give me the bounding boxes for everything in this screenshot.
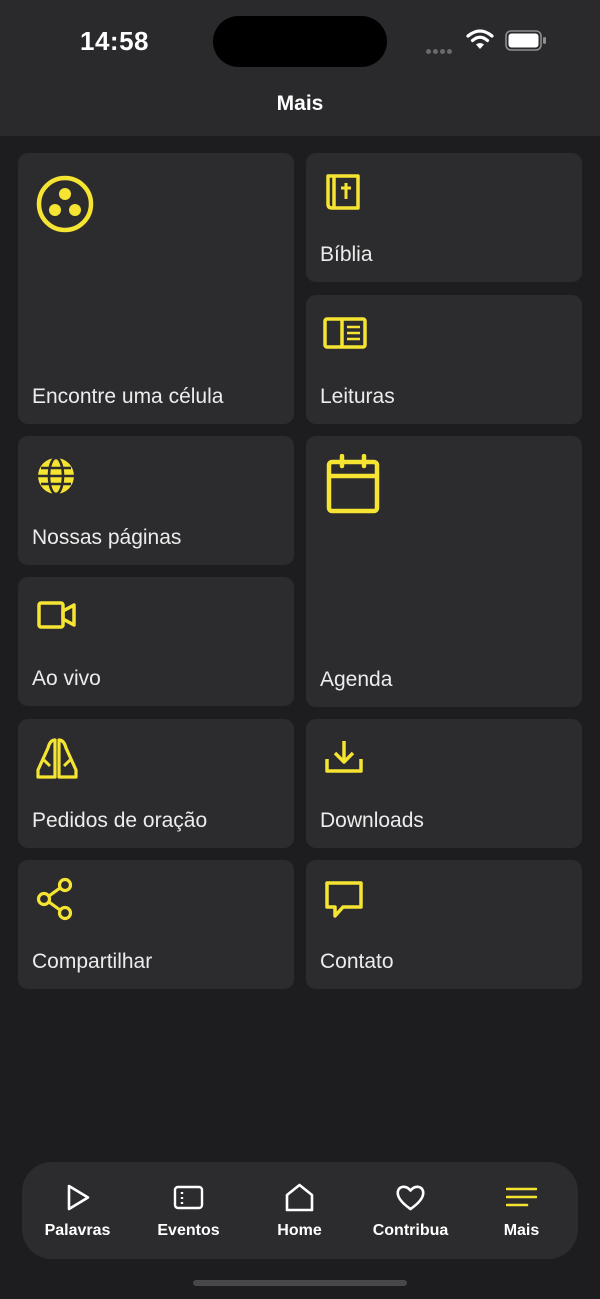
tile-label: Agenda xyxy=(320,668,393,691)
tab-label: Mais xyxy=(503,1222,540,1239)
tile-downloads[interactable]: Downloads xyxy=(306,719,582,848)
tile-find-cell[interactable]: Encontre uma célula xyxy=(18,153,294,424)
share-icon xyxy=(36,877,74,921)
battery-icon xyxy=(505,30,547,57)
praying-hands-icon xyxy=(34,736,80,780)
status-time: 14:58 xyxy=(80,26,149,56)
menu-icon xyxy=(505,1182,538,1213)
tab-label: Contribua xyxy=(372,1222,449,1239)
tile-our-pages[interactable]: Nossas páginas xyxy=(18,436,294,565)
home-icon xyxy=(284,1182,315,1213)
tile-label: Pedidos de oração xyxy=(32,809,208,832)
tile-label: Ao vivo xyxy=(32,667,101,690)
cellular-signal-icon xyxy=(426,41,454,59)
video-camera-icon xyxy=(37,600,77,630)
tile-contact[interactable]: Contato xyxy=(306,860,582,989)
tile-agenda[interactable]: Agenda xyxy=(306,436,582,707)
globe-icon xyxy=(36,456,76,496)
group-circle-icon xyxy=(36,175,94,233)
play-icon xyxy=(62,1182,93,1213)
ticket-icon xyxy=(173,1182,204,1213)
tab-palavras[interactable]: Palavras xyxy=(22,1162,133,1259)
tile-prayer-requests[interactable]: Pedidos de oração xyxy=(18,719,294,848)
tile-readings[interactable]: Leituras xyxy=(306,295,582,424)
bottom-tab-bar: Palavras Eventos Home Contribua Mais xyxy=(22,1162,578,1259)
tab-label: Palavras xyxy=(44,1222,111,1239)
download-icon xyxy=(324,739,364,775)
tile-label: Contato xyxy=(320,950,394,973)
wifi-icon xyxy=(466,29,494,56)
dynamic-island xyxy=(213,16,387,67)
page-title: Mais xyxy=(276,92,324,115)
tab-contribua[interactable]: Contribua xyxy=(355,1162,466,1259)
tile-label: Leituras xyxy=(320,385,395,408)
calendar-icon xyxy=(326,454,380,514)
tile-share[interactable]: Compartilhar xyxy=(18,860,294,989)
tile-label: Downloads xyxy=(320,809,424,832)
tab-home[interactable]: Home xyxy=(244,1162,355,1259)
tile-live[interactable]: Ao vivo xyxy=(18,577,294,706)
tab-eventos[interactable]: Eventos xyxy=(133,1162,244,1259)
tile-label: Encontre uma célula xyxy=(32,385,224,408)
tile-label: Compartilhar xyxy=(32,950,153,973)
heart-icon xyxy=(395,1182,426,1213)
tab-mais[interactable]: Mais xyxy=(466,1162,577,1259)
tile-label: Bíblia xyxy=(320,243,373,266)
home-indicator xyxy=(193,1280,407,1286)
book-reading-icon xyxy=(323,317,367,349)
bible-icon xyxy=(324,173,364,211)
tab-label: Eventos xyxy=(157,1222,220,1239)
tile-label: Nossas páginas xyxy=(32,526,182,549)
tab-label: Home xyxy=(277,1222,322,1239)
tile-bible[interactable]: Bíblia xyxy=(306,153,582,282)
top-bar: 14:58 Mais xyxy=(0,0,600,136)
chat-bubble-icon xyxy=(324,880,364,920)
